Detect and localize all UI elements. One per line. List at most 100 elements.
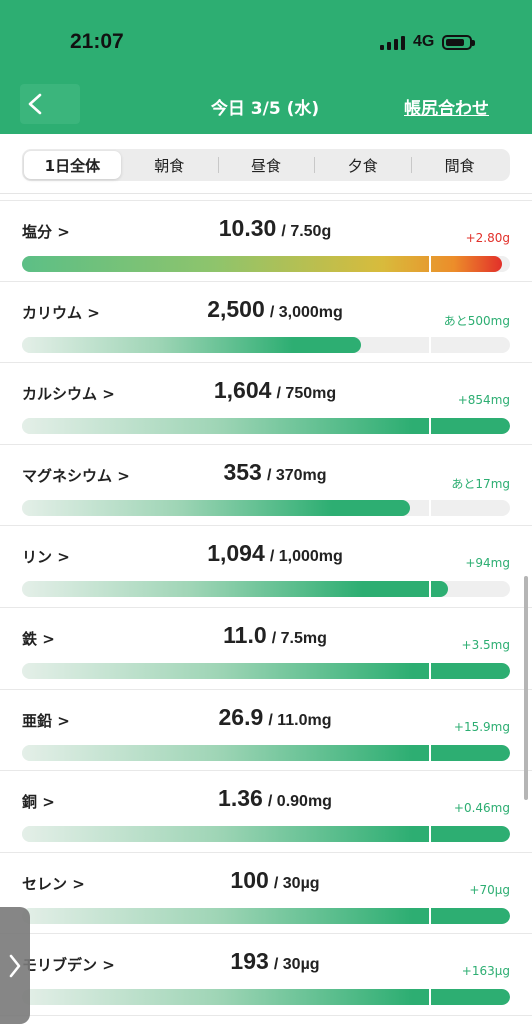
nutrient-row[interactable]: セレン > 100 / 30µg +70µg — [0, 853, 532, 935]
nutrient-difference: +94mg — [465, 556, 510, 571]
nutrient-value: 1,604 — [213, 377, 272, 404]
nutrient-row[interactable]: 亜鉛 > 26.9 / 11.0mg +15.9mg — [0, 690, 532, 772]
nutrient-name[interactable]: セレン > — [22, 873, 85, 894]
nutrient-target: / 1,000mg — [269, 548, 343, 566]
nutrient-amount: 1,604 / 750mg — [130, 377, 420, 404]
nutrient-value: 11.0 — [223, 621, 267, 648]
nutrient-difference: +70µg — [469, 882, 510, 897]
nutrient-list: 塩分 > 10.30 / 7.50g +2.80g カリウム > 2,500 / 3,0… — [0, 200, 532, 1016]
nutrient-amount: 100 / 30µg — [130, 867, 420, 894]
target-marker — [429, 662, 431, 679]
nutrient-difference: あと500mg — [443, 313, 510, 328]
back-button[interactable] — [20, 84, 80, 124]
nutrient-value: 1.36 — [218, 785, 263, 812]
progress-fill — [22, 744, 510, 761]
nutrient-target: / 3,000mg — [269, 303, 343, 321]
status-icons: 4G — [380, 32, 476, 52]
nutrient-difference: +0.46mg — [453, 801, 510, 816]
nutrient-difference: +15.9mg — [453, 719, 510, 734]
balance-adjust-link[interactable]: 帳尻合わせ — [404, 94, 489, 119]
progress-bar — [22, 581, 510, 598]
side-drawer-handle[interactable] — [0, 907, 30, 1024]
nutrient-name[interactable]: カルシウム > — [22, 383, 115, 404]
battery-icon — [442, 34, 476, 50]
status-time: 21:07 — [70, 30, 124, 53]
nutrient-amount: 353 / 370mg — [130, 459, 420, 486]
nutrient-amount: 11.0 / 7.5mg — [130, 622, 420, 649]
progress-bar — [22, 744, 510, 761]
tab-dinner[interactable]: 夕食 — [314, 151, 411, 179]
nutrient-target: / 750mg — [276, 385, 337, 403]
tab-breakfast[interactable]: 朝食 — [121, 151, 218, 179]
app-header: 21:07 4G 今日 3/5 (水) 帳尻合わせ — [0, 0, 532, 134]
progress-bar — [22, 336, 510, 353]
nutrient-name[interactable]: 銅 > — [22, 791, 55, 812]
nutrient-row[interactable]: 塩分 > 10.30 / 7.50g +2.80g — [0, 200, 532, 282]
tab-lunch[interactable]: 昼食 — [217, 151, 315, 179]
meal-tabs-bar: 1日全体 朝食 昼食 夕食 間食 — [0, 134, 532, 194]
nutrient-row[interactable]: 銅 > 1.36 / 0.90mg +0.46mg — [0, 771, 532, 853]
target-marker — [429, 418, 431, 435]
nutrient-difference: +163µg — [461, 964, 510, 979]
nutrient-row[interactable]: カルシウム > 1,604 / 750mg +854mg — [0, 363, 532, 445]
progress-fill — [22, 989, 510, 1006]
nutrient-target: / 7.5mg — [271, 629, 327, 647]
tab-all-day[interactable]: 1日全体 — [24, 151, 121, 179]
progress-bar — [22, 907, 510, 924]
nutrient-row[interactable]: 鉄 > 11.0 / 7.5mg +3.5mg — [0, 608, 532, 690]
target-marker — [429, 989, 431, 1006]
nutrient-target: / 370mg — [266, 466, 327, 484]
nutrient-target: / 11.0mg — [268, 711, 332, 729]
progress-bar — [22, 499, 510, 516]
nutrient-value: 1,094 — [207, 540, 265, 567]
nutrient-value: 2,500 — [207, 295, 265, 322]
nutrient-amount: 193 / 30µg — [130, 948, 420, 975]
nutrient-row[interactable]: マグネシウム >353 / 370mg あと17mg — [0, 445, 532, 527]
progress-bar — [22, 826, 510, 843]
progress-fill — [22, 418, 510, 435]
nutrient-name[interactable]: 亜鉛 > — [22, 710, 70, 731]
nutrient-amount: 26.9 / 11.0mg — [130, 704, 420, 731]
progress-fill — [22, 907, 510, 924]
nutrient-value: 193 — [230, 948, 269, 975]
scrollbar[interactable] — [524, 576, 528, 800]
progress-fill — [22, 499, 410, 516]
progress-fill — [22, 336, 361, 353]
nutrient-row[interactable]: モリブデン > 193 / 30µg +163µg — [0, 934, 532, 1016]
nutrient-name[interactable]: 鉄 > — [22, 628, 55, 649]
nutrient-target: / 7.50g — [281, 223, 332, 240]
progress-bar — [22, 662, 510, 679]
nutrient-target: / 0.90mg — [267, 793, 332, 811]
nutrient-target: / 30µg — [273, 874, 320, 892]
nutrient-value: 26.9 — [218, 703, 264, 730]
nutrient-row[interactable]: リン > 1,094 / 1,000mg +94mg — [0, 526, 532, 608]
nutrient-amount: 2,500 / 3,000mg — [130, 296, 420, 323]
nutrient-amount: 10.30 / 7.50g — [130, 215, 420, 242]
target-marker — [429, 336, 431, 353]
progress-bar — [22, 256, 510, 272]
target-marker — [429, 826, 431, 843]
meal-segmented-control: 1日全体 朝食 昼食 夕食 間食 — [22, 149, 510, 181]
nutrient-amount: 1.36 / 0.90mg — [130, 785, 420, 812]
nutrient-difference: あと17mg — [451, 476, 510, 491]
chevron-left-icon — [28, 93, 42, 115]
progress-fill — [22, 662, 510, 679]
chevron-right-icon — [9, 954, 21, 978]
target-marker — [429, 581, 431, 598]
nutrient-name[interactable]: 塩分 > — [22, 221, 70, 242]
nutrient-row[interactable]: カリウム > 2,500 / 3,000mg あと500mg — [0, 282, 532, 364]
nutrient-amount: 1,094 / 1,000mg — [130, 540, 420, 567]
network-label: 4G — [413, 33, 435, 50]
nutrient-name[interactable]: リン > — [22, 546, 70, 567]
nutrient-name[interactable]: モリブデン > — [22, 954, 115, 975]
nutrient-name[interactable]: マグネシウム > — [22, 465, 130, 486]
progress-fill — [22, 826, 510, 843]
nutrient-name[interactable]: カリウム > — [22, 302, 100, 323]
nutrient-value: 353 — [223, 458, 262, 485]
target-marker — [429, 499, 431, 516]
nutrient-value: 10.30 — [218, 215, 277, 241]
signal-icon — [380, 34, 405, 50]
nutrient-target: / 30µg — [273, 956, 320, 974]
nutrient-difference: +2.80g — [465, 231, 510, 245]
tab-snack[interactable]: 間食 — [411, 151, 508, 179]
